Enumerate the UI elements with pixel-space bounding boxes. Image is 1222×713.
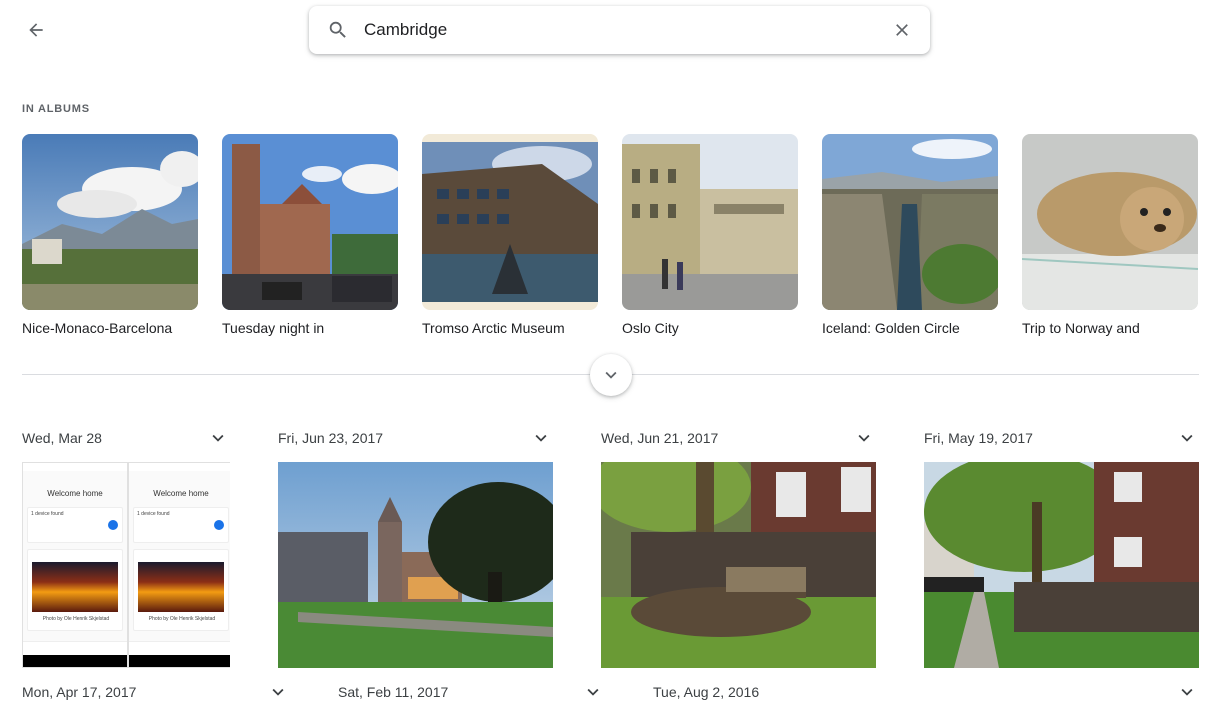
album-thumbnail [422, 134, 598, 310]
photo[interactable] [924, 462, 1199, 668]
photo[interactable] [278, 462, 553, 668]
phone-screenshot: Welcome home 1 device found Photo by Ole… [128, 462, 230, 668]
photo[interactable] [601, 462, 876, 668]
date-header: Wed, Mar 28 [22, 430, 102, 446]
album-card[interactable]: Trip to Norway and [1022, 134, 1198, 336]
welcome-text: Welcome home [153, 489, 209, 498]
album-title: Trip to Norway and [1022, 320, 1140, 336]
phone-screenshot: Welcome home 1 device found Photo by Ole… [22, 462, 128, 668]
back-button[interactable] [20, 14, 52, 46]
arrow-back-icon [29, 23, 43, 37]
search-input[interactable] [364, 20, 844, 40]
close-icon [896, 24, 908, 36]
welcome-text: Welcome home [47, 489, 103, 498]
album-thumbnail [822, 134, 998, 310]
album-card[interactable]: Iceland: Golden Circle [822, 134, 998, 336]
chevron-down-icon[interactable] [1175, 680, 1199, 704]
chevron-down-icon[interactable] [529, 426, 553, 450]
chevron-down-icon[interactable] [1175, 426, 1199, 450]
chevron-down-icon [605, 371, 617, 379]
album-title: Nice-Monaco-Barcelona [22, 320, 173, 336]
photo-caption: Photo by Ole Henrik Skjelstad [148, 616, 216, 622]
album-list: Nice-Monaco-Barcelona Tuesday night in T… [22, 134, 1198, 336]
device-text: 1 device found [31, 511, 64, 517]
clear-search-button[interactable] [890, 18, 914, 42]
album-title: Tromso Arctic Museum [422, 320, 565, 336]
search-bar [309, 6, 930, 54]
chevron-down-icon[interactable] [581, 680, 605, 704]
album-title: Tuesday night in [222, 320, 325, 336]
device-text: 1 device found [137, 511, 170, 517]
section-label-albums: IN ALBUMS [22, 103, 90, 115]
album-card[interactable]: Tromso Arctic Museum [422, 134, 598, 336]
chevron-down-icon[interactable] [266, 680, 290, 704]
expand-albums-button[interactable] [590, 354, 632, 396]
photo-screenshot[interactable]: Welcome home 1 device found Photo by Ole… [22, 462, 230, 668]
album-card[interactable]: Oslo City [622, 134, 798, 336]
album-thumbnail [222, 134, 398, 310]
date-header: Fri, Jun 23, 2017 [278, 430, 384, 446]
album-card[interactable]: Tuesday night in [222, 134, 398, 336]
album-card[interactable]: Nice-Monaco-Barcelona [22, 134, 198, 336]
chevron-down-icon[interactable] [206, 426, 230, 450]
chevron-down-icon[interactable] [852, 426, 876, 450]
date-header: Tue, Aug 2, 2016 [653, 684, 760, 700]
date-header: Mon, Apr 17, 2017 [22, 684, 137, 700]
photo-caption: Photo by Ole Henrik Skjelstad [42, 616, 110, 622]
album-title: Iceland: Golden Circle [822, 320, 960, 336]
album-thumbnail [622, 134, 798, 310]
album-thumbnail [22, 134, 198, 310]
date-header: Fri, May 19, 2017 [924, 430, 1033, 446]
album-thumbnail [1022, 134, 1198, 310]
album-title: Oslo City [622, 320, 679, 336]
search-icon[interactable] [326, 18, 350, 42]
date-header: Sat, Feb 11, 2017 [338, 684, 449, 700]
date-header: Wed, Jun 21, 2017 [601, 430, 719, 446]
